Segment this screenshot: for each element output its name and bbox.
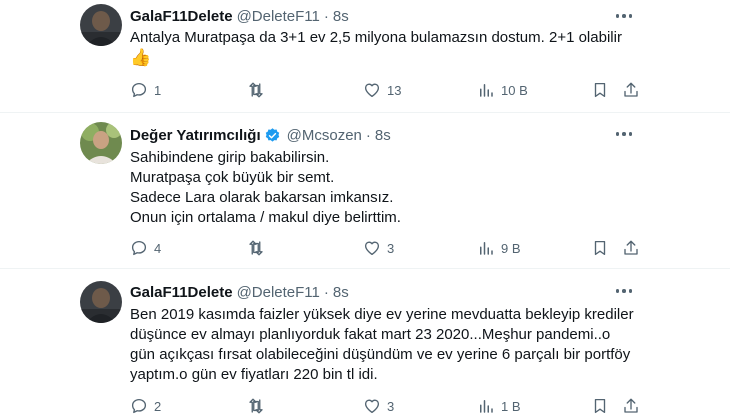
- heart-icon: [364, 399, 380, 414]
- share-icon: [624, 82, 638, 97]
- views-button[interactable]: 9 B: [477, 239, 521, 257]
- views-button[interactable]: 1 B: [477, 397, 521, 415]
- reply-icon: [131, 240, 147, 256]
- reply-button[interactable]: 1: [130, 81, 161, 99]
- display-name[interactable]: Değer Yatırımcılığı: [130, 127, 261, 144]
- separator: ·: [365, 126, 371, 144]
- display-name[interactable]: GalaF11Delete: [130, 284, 233, 301]
- user-handle[interactable]: @DeleteF11: [237, 8, 320, 25]
- tweet-line: Onun için ortalama / makul diye belirtti…: [130, 209, 401, 226]
- retweet-icon: [249, 82, 263, 98]
- verified-badge-icon: [264, 127, 281, 144]
- views-chart-icon: [480, 84, 493, 97]
- user-handle[interactable]: @Mcsozen: [287, 127, 362, 144]
- bookmark-button[interactable]: [591, 397, 609, 415]
- views-chart-icon: [480, 400, 493, 413]
- share-icon: [624, 240, 638, 255]
- like-button[interactable]: 3: [363, 239, 394, 257]
- like-button[interactable]: 3: [363, 397, 394, 415]
- avatar[interactable]: [80, 4, 122, 46]
- timestamp[interactable]: 8s: [333, 284, 349, 301]
- heart-icon: [364, 241, 380, 256]
- tweet-text: Antalya Muratpaşa da 3+1 ev 2,5 milyona …: [130, 28, 622, 68]
- like-count: 3: [387, 240, 395, 256]
- share-button[interactable]: [622, 81, 640, 99]
- reply-count: 2: [154, 398, 162, 414]
- retweet-button[interactable]: [247, 397, 271, 415]
- tweet-1[interactable]: GalaF11Delete @DeleteF11 · 8s Antalya Mu…: [0, 0, 730, 112]
- bookmark-icon: [594, 398, 606, 414]
- tweet-line: düşünce ev almayı planlıyorduk fakat mar…: [130, 326, 611, 343]
- separator: ·: [323, 7, 329, 25]
- reply-count: 4: [154, 240, 162, 256]
- tweet-line: Muratpaşa çok büyük bir semt.: [130, 169, 335, 186]
- views-count: 9 B: [501, 240, 521, 256]
- avatar[interactable]: [80, 122, 122, 164]
- retweet-icon: [249, 398, 263, 414]
- share-icon: [624, 398, 638, 413]
- like-count: 13: [387, 82, 402, 98]
- more-options-icon[interactable]: [615, 132, 632, 136]
- bookmark-button[interactable]: [591, 239, 609, 257]
- user-handle[interactable]: @DeleteF11: [237, 284, 320, 301]
- share-button[interactable]: [622, 397, 640, 415]
- reply-button[interactable]: 2: [130, 397, 161, 415]
- like-count: 3: [387, 398, 395, 414]
- tweet-line: Sadece Lara olarak bakarsan imkansız.: [130, 189, 394, 206]
- views-count: 10 B: [501, 82, 528, 98]
- tweet-text: Sahibindene girip bakabilirsin. Muratpaş…: [130, 148, 401, 228]
- more-options-icon[interactable]: [615, 289, 632, 293]
- reply-count: 1: [154, 82, 162, 98]
- tweet-line: Antalya Muratpaşa da 3+1 ev 2,5 milyona …: [130, 29, 622, 46]
- share-button[interactable]: [622, 239, 640, 257]
- bookmark-button[interactable]: [591, 81, 609, 99]
- like-button[interactable]: 13: [363, 81, 401, 99]
- heart-icon: [364, 83, 380, 98]
- tweet-2[interactable]: Değer Yatırımcılığı @Mcsozen · 8s Sahibi…: [0, 113, 730, 268]
- bookmark-icon: [594, 82, 606, 98]
- tweet-line: Sahibindene girip bakabilirsin.: [130, 149, 330, 166]
- views-button[interactable]: 10 B: [477, 81, 528, 99]
- thumbs-up-emoji: 👍: [130, 48, 152, 67]
- bookmark-icon: [594, 240, 606, 256]
- timestamp[interactable]: 8s: [333, 8, 349, 25]
- retweet-button[interactable]: [247, 239, 271, 257]
- display-name[interactable]: GalaF11Delete: [130, 8, 233, 25]
- reply-button[interactable]: 4: [130, 239, 161, 257]
- timestamp[interactable]: 8s: [375, 127, 391, 144]
- retweet-button[interactable]: [247, 81, 271, 99]
- tweet-line: yaptım.o gün ev fiyatları 220 bin tl idi…: [130, 366, 378, 383]
- tweet-line: gün açıkçası fırsat olabileceğini düşünd…: [130, 346, 631, 363]
- tweet-line: Ben 2019 kasımda faizler yüksek diye ev …: [130, 306, 634, 323]
- views-chart-icon: [480, 242, 493, 255]
- retweet-icon: [249, 240, 263, 256]
- avatar[interactable]: [80, 281, 122, 323]
- reply-icon: [131, 398, 147, 414]
- separator: ·: [323, 283, 329, 301]
- tweet-text: Ben 2019 kasımda faizler yüksek diye ev …: [130, 305, 634, 385]
- views-count: 1 B: [501, 398, 521, 414]
- tweet-3[interactable]: GalaF11Delete @DeleteF11 · 8s Ben 2019 k…: [0, 269, 730, 420]
- more-options-icon[interactable]: [615, 14, 632, 18]
- reply-icon: [131, 82, 147, 98]
